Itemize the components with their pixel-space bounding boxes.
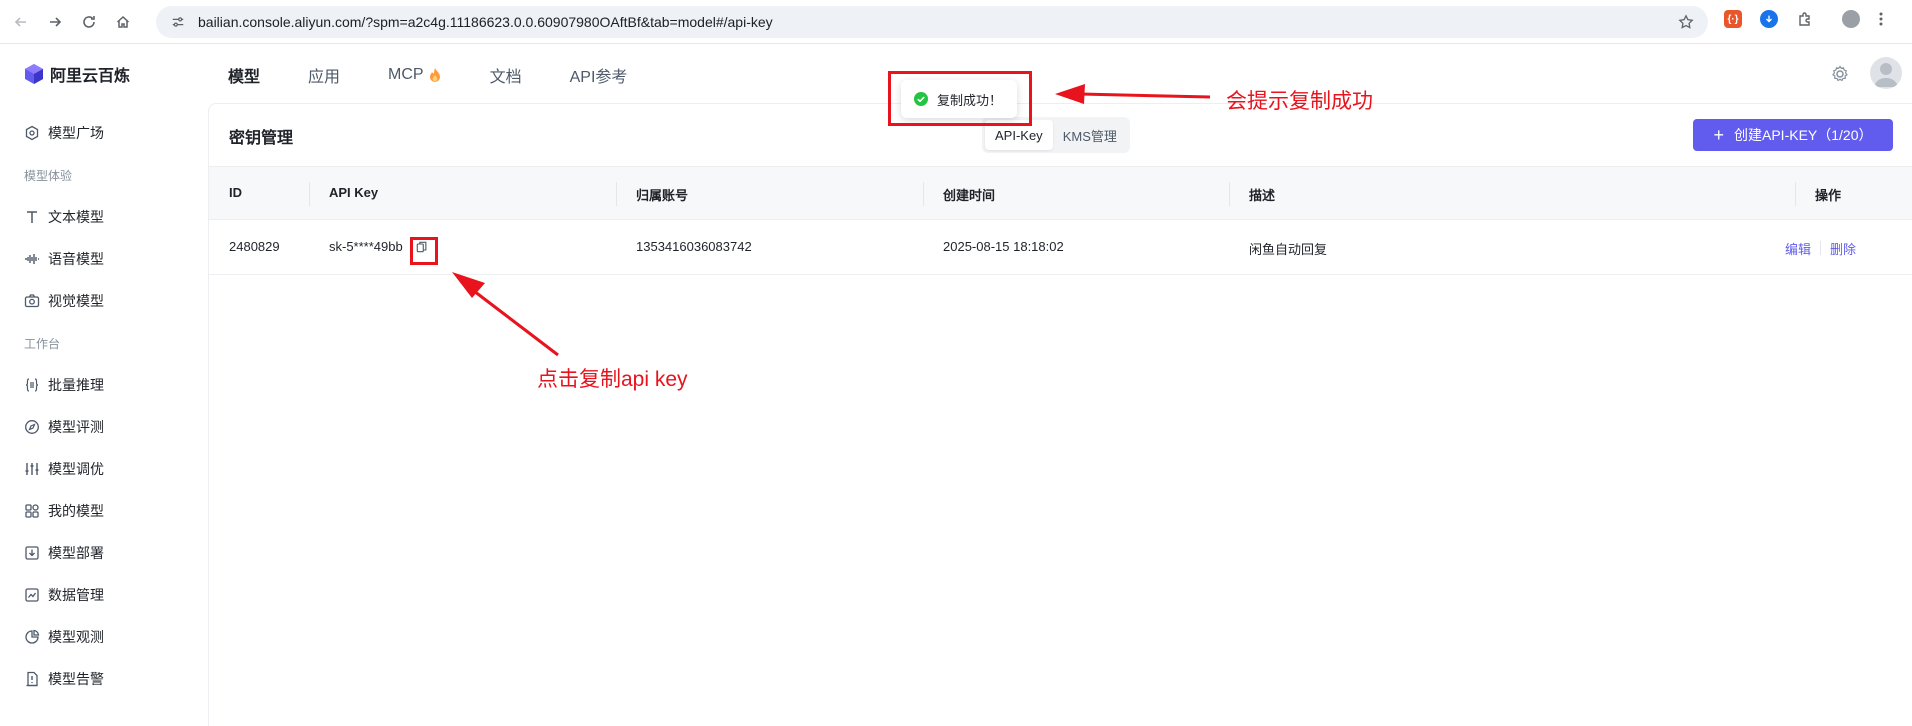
column-divider: [1229, 182, 1230, 206]
table-row: 2480829 sk-5****49bb 1353416036083742 20…: [209, 220, 1912, 275]
sidebar-item-label: 模型告警: [48, 671, 104, 687]
sidebar-group-experience: 模型体验: [24, 169, 73, 183]
column-header-desc: 描述: [1249, 188, 1276, 203]
top-nav-api-ref[interactable]: API参考: [570, 63, 628, 87]
sidebar-item-label: 批量推理: [48, 377, 104, 393]
sidebar-item-label: 数据管理: [48, 587, 104, 603]
column-header-account: 归属账号: [636, 188, 689, 203]
sliders-icon: [25, 463, 39, 475]
plus-icon: +: [1713, 125, 1724, 145]
sidebar-item-data-mgmt[interactable]: 数据管理: [24, 583, 104, 607]
extension-download-icon[interactable]: [1760, 10, 1778, 28]
brand-logo[interactable]: 阿里云百炼: [24, 62, 130, 86]
sidebar-item-label: 我的模型: [48, 503, 104, 519]
profile-avatar-icon[interactable]: [1842, 10, 1860, 28]
top-nav-model[interactable]: 模型: [228, 63, 260, 87]
alert-doc-icon: [26, 671, 38, 687]
fire-icon: [429, 68, 440, 82]
sidebar-item-batch-inference[interactable]: 批量推理: [24, 373, 104, 397]
extensions-puzzle-icon[interactable]: [1796, 10, 1814, 28]
sidebar-item-model-tuning[interactable]: 模型调优: [24, 457, 104, 481]
pie-chart-icon: [25, 629, 40, 644]
column-divider: [923, 182, 924, 206]
sidebar-item-label: 文本模型: [48, 209, 104, 225]
settings-gear-icon[interactable]: [1830, 64, 1850, 84]
column-header-id: ID: [229, 185, 242, 200]
sidebar: 模型广场 模型体验 文本模型 语音模型 视觉模型 工作台 批量推理 模型评测 模…: [0, 103, 208, 726]
batch-braces-icon: [25, 378, 39, 392]
deploy-download-icon: [25, 546, 39, 560]
annotation-toast-highlight: [888, 71, 1032, 126]
sidebar-item-label: 模型调优: [48, 461, 104, 477]
sidebar-item-model-square[interactable]: 模型广场: [24, 121, 104, 145]
sidebar-item-model-eval[interactable]: 模型评测: [24, 415, 104, 439]
sidebar-group-workbench: 工作台: [24, 337, 61, 351]
forward-arrow-icon[interactable]: [42, 9, 68, 35]
grid-apps-icon: [25, 504, 39, 518]
cell-api-key: sk-5****49bb: [329, 239, 403, 254]
site-settings-icon[interactable]: [166, 10, 190, 34]
top-nav-app[interactable]: 应用: [308, 63, 340, 87]
reload-icon[interactable]: [76, 9, 102, 35]
table-header: ID API Key 归属账号 创建时间 描述 操作: [209, 166, 1912, 220]
sidebar-item-label: 视觉模型: [48, 293, 104, 309]
sidebar-item-model-observe[interactable]: 模型观测: [24, 625, 104, 649]
sidebar-item-text-model[interactable]: 文本模型: [24, 205, 104, 229]
model-square-icon: [25, 125, 39, 141]
bailian-logo-icon: [25, 64, 43, 84]
bookmark-star-icon[interactable]: [1678, 14, 1694, 30]
edit-link[interactable]: 编辑: [1785, 239, 1811, 258]
column-header-actions: 操作: [1815, 188, 1842, 203]
top-nav: 模型 应用 MCP 文档 API参考: [228, 63, 675, 87]
camera-icon: [24, 294, 40, 308]
annotation-copy-note: 点击复制api key: [537, 368, 688, 391]
home-icon[interactable]: [110, 9, 136, 35]
text-t-icon: [27, 211, 37, 223]
cell-desc: 闲鱼自动回复: [1249, 242, 1328, 257]
extension-code-icon[interactable]: {·}: [1724, 10, 1742, 28]
delete-link[interactable]: 删除: [1830, 239, 1856, 258]
sidebar-item-label: 语音模型: [48, 251, 104, 267]
top-nav-docs[interactable]: 文档: [490, 63, 522, 87]
waveform-icon: [25, 254, 39, 264]
browser-toolbar: bailian.console.aliyun.com/?spm=a2c4g.11…: [0, 0, 1912, 44]
line-chart-icon: [25, 588, 39, 602]
cell-account: 1353416036083742: [636, 239, 752, 254]
cell-id: 2480829: [229, 239, 280, 254]
user-avatar[interactable]: [1870, 57, 1902, 89]
column-divider: [1795, 182, 1796, 206]
sidebar-item-label: 模型部署: [48, 545, 104, 561]
tab-kms[interactable]: KMS管理: [1053, 120, 1127, 150]
sidebar-item-label: 模型评测: [48, 419, 104, 435]
page-title: 密钥管理: [229, 130, 294, 147]
compass-icon: [25, 420, 39, 434]
sidebar-item-label: 模型观测: [48, 629, 104, 645]
create-api-key-button[interactable]: + 创建API-KEY（1/20）: [1693, 119, 1893, 151]
sidebar-item-label: 模型广场: [48, 125, 104, 141]
main-panel: 密钥管理 API-Key KMS管理 + 创建API-KEY（1/20） ID …: [208, 103, 1912, 726]
url-text[interactable]: bailian.console.aliyun.com/?spm=a2c4g.11…: [198, 14, 773, 30]
sidebar-item-model-alert[interactable]: 模型告警: [24, 667, 104, 691]
cell-created: 2025-08-15 18:18:02: [943, 239, 1064, 254]
top-nav-mcp[interactable]: MCP: [388, 63, 442, 87]
column-divider: [309, 182, 310, 206]
column-divider: [616, 182, 617, 206]
sidebar-item-model-deploy[interactable]: 模型部署: [24, 541, 104, 565]
sidebar-item-my-models[interactable]: 我的模型: [24, 499, 104, 523]
sidebar-item-vision-model[interactable]: 视觉模型: [24, 289, 104, 313]
brand-name: 阿里云百炼: [50, 68, 131, 85]
column-header-created: 创建时间: [943, 188, 996, 203]
browser-menu-icon[interactable]: [1878, 10, 1884, 28]
column-header-api-key: API Key: [329, 185, 379, 200]
address-bar[interactable]: bailian.console.aliyun.com/?spm=a2c4g.11…: [156, 6, 1708, 38]
annotation-toast-note: 会提示复制成功: [1226, 90, 1373, 113]
action-divider: [1820, 241, 1821, 255]
annotation-copy-highlight: [410, 237, 438, 265]
back-arrow-icon[interactable]: [8, 9, 34, 35]
sidebar-item-voice-model[interactable]: 语音模型: [24, 247, 104, 271]
api-key-table: ID API Key 归属账号 创建时间 描述 操作 2480829 sk-5*…: [209, 166, 1912, 275]
